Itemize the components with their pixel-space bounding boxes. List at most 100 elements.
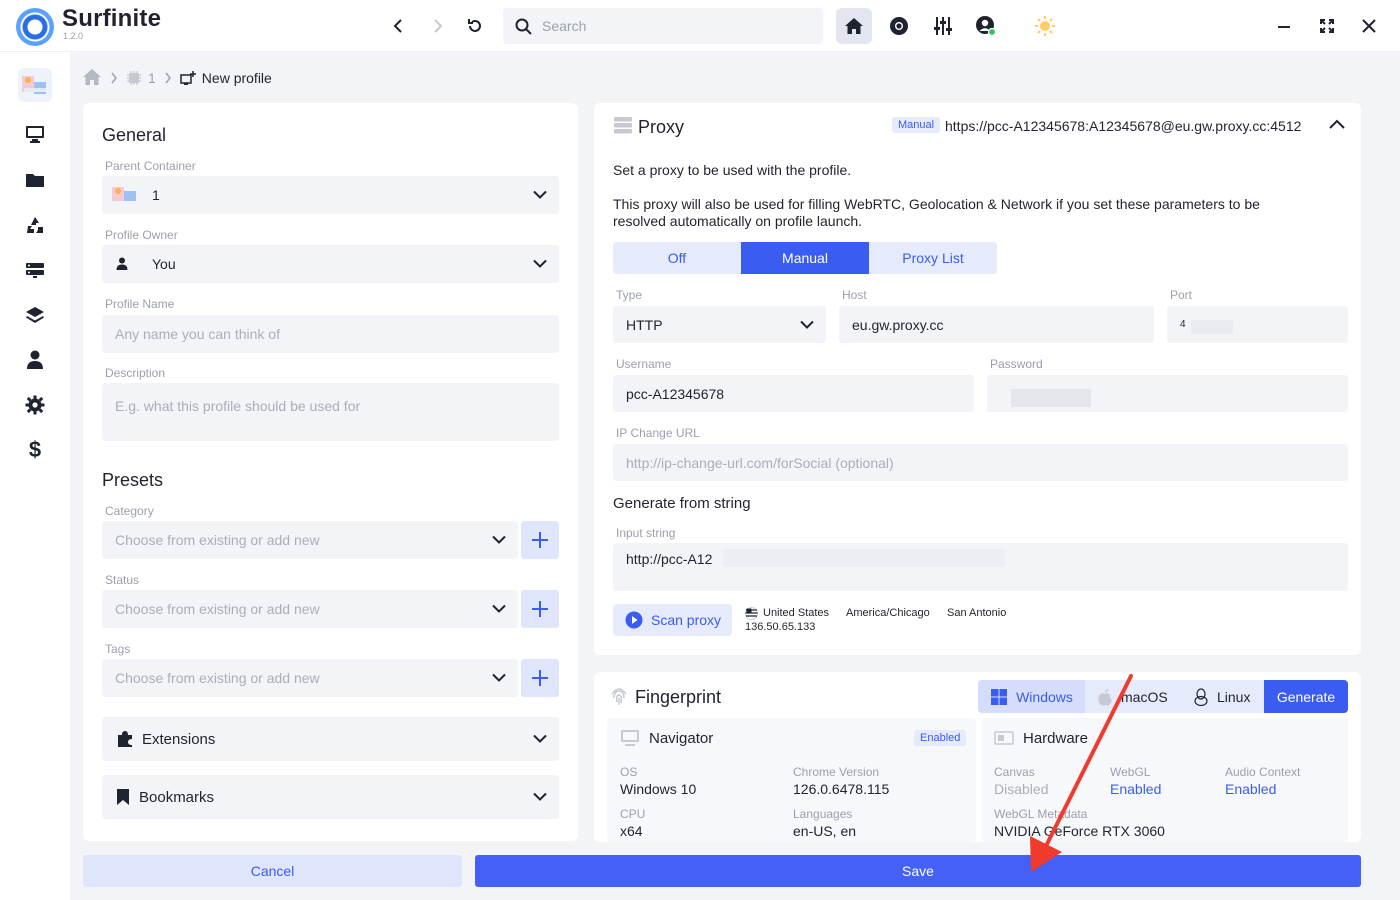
os-tab-linux[interactable]: Linux: [1193, 680, 1255, 713]
sidebar-item-billing[interactable]: $: [18, 433, 52, 467]
apple-icon: [1098, 688, 1112, 705]
bookmarks-accordion[interactable]: Bookmarks: [102, 775, 559, 819]
container-thumbnail-icon: [22, 76, 46, 94]
os-tab-macos[interactable]: macOS: [1097, 680, 1177, 713]
input-string-label: Input string: [616, 526, 676, 540]
proxy-mode-proxy-list[interactable]: Proxy List: [869, 242, 997, 274]
linux-icon: [1194, 687, 1208, 706]
generate-fingerprint-button[interactable]: Generate: [1264, 680, 1348, 713]
account-button[interactable]: [968, 8, 1004, 44]
proxy-type-select[interactable]: HTTP: [613, 306, 826, 343]
bookmarks-label: Bookmarks: [139, 788, 215, 806]
settings-sliders-button[interactable]: [925, 8, 961, 44]
proxy-password-input[interactable]: [987, 375, 1348, 412]
password-redacted: [1011, 389, 1091, 407]
sidebar-item-proxies[interactable]: [18, 253, 52, 287]
server-icon: [26, 263, 44, 278]
sidebar-item-folders[interactable]: [18, 163, 52, 197]
input-string-textarea[interactable]: http://pcc-A12: [613, 543, 1348, 591]
chevron-left-icon: [393, 19, 402, 33]
plus-icon: [532, 670, 548, 686]
parent-container-value: 1: [152, 187, 160, 203]
monitor-icon: [621, 730, 639, 746]
ip-change-url-label: IP Change URL: [616, 426, 700, 440]
user-circle-icon: [976, 16, 997, 37]
proxy-mode-off[interactable]: Off: [613, 242, 741, 274]
scan-proxy-button[interactable]: Scan proxy: [613, 604, 732, 636]
proxy-host-input[interactable]: eu.gw.proxy.cc: [839, 306, 1154, 343]
status-select[interactable]: Choose from existing or add new: [102, 590, 518, 628]
sidebar-item-layers[interactable]: [18, 298, 52, 332]
hw-canvas-value[interactable]: Disabled: [994, 781, 1048, 797]
gear-icon: [25, 395, 45, 415]
add-status-button[interactable]: [521, 590, 559, 628]
os-tab-linux-label: Linux: [1217, 688, 1251, 705]
breadcrumb: 1 New profile: [82, 66, 272, 90]
description-input[interactable]: E.g. what this profile should be used fo…: [102, 383, 559, 441]
save-button[interactable]: Save: [475, 855, 1361, 887]
proxy-mode-manual[interactable]: Manual: [741, 242, 869, 274]
hw-webgl-value[interactable]: Enabled: [1110, 781, 1161, 797]
general-title: General: [102, 125, 167, 145]
reload-button[interactable]: [457, 8, 493, 44]
theme-toggle[interactable]: [1027, 8, 1063, 44]
input-string-value: http://pcc-A12: [626, 551, 713, 567]
breadcrumb-home[interactable]: [82, 68, 102, 89]
sidebar-item-container-thumbnail[interactable]: [18, 68, 52, 102]
search-input[interactable]: [542, 18, 802, 34]
nav-os-label: OS: [620, 765, 638, 779]
add-category-button[interactable]: [521, 521, 559, 559]
proxy-collapse-button[interactable]: [1329, 116, 1345, 134]
sidebar-item-settings[interactable]: [18, 388, 52, 422]
home-button[interactable]: [836, 8, 872, 44]
close-button[interactable]: [1351, 8, 1387, 44]
browser-button[interactable]: [881, 8, 917, 44]
nav-languages-label: Languages: [793, 807, 853, 821]
category-select[interactable]: Choose from existing or add new: [102, 521, 518, 559]
os-tab-windows[interactable]: Windows: [978, 680, 1085, 713]
category-placeholder: Choose from existing or add new: [115, 532, 320, 548]
sidebar-item-users[interactable]: [18, 343, 52, 377]
minimize-button[interactable]: [1266, 8, 1302, 44]
chevron-up-icon: [1329, 119, 1345, 129]
scan-result-country: United States: [763, 607, 830, 619]
forward-button[interactable]: [419, 8, 455, 44]
monitor-icon: [26, 126, 44, 143]
search-bar[interactable]: [503, 8, 823, 44]
user-icon: [27, 350, 43, 369]
proxy-type-value: HTTP: [626, 316, 663, 333]
hw-audio-value[interactable]: Enabled: [1225, 781, 1276, 797]
profile-name-input[interactable]: Any name you can think of: [102, 315, 559, 353]
scan-proxy-label: Scan proxy: [651, 612, 722, 628]
maximize-icon: [1320, 19, 1334, 33]
ip-change-url-input[interactable]: http://ip-change-url.com/forSocial (opti…: [613, 444, 1348, 481]
breadcrumb-container[interactable]: 1: [126, 70, 156, 86]
profile-name-label: Profile Name: [105, 297, 175, 311]
status-label: Status: [105, 573, 140, 587]
proxy-host-value: eu.gw.proxy.cc: [852, 316, 944, 333]
extensions-label: Extensions: [142, 730, 216, 748]
generate-from-string-title: Generate from string: [613, 495, 751, 512]
sidebar-item-profiles[interactable]: [18, 117, 52, 151]
maximize-button[interactable]: [1309, 8, 1345, 44]
tags-label: Tags: [105, 642, 131, 656]
proxy-description-1: Set a proxy to be used with the profile.: [613, 162, 852, 178]
new-profile-icon: [180, 71, 196, 85]
layers-icon: [26, 307, 44, 323]
chevron-down-icon: [492, 604, 506, 613]
navigator-status-badge[interactable]: Enabled: [914, 730, 967, 746]
add-tag-button[interactable]: [521, 659, 559, 697]
proxy-port-input[interactable]: 4: [1167, 306, 1348, 343]
reload-icon: [468, 19, 481, 32]
extensions-accordion[interactable]: Extensions: [102, 717, 559, 761]
back-button[interactable]: [381, 8, 417, 44]
cancel-button[interactable]: Cancel: [83, 855, 462, 887]
tags-select[interactable]: Choose from existing or add new: [102, 659, 518, 697]
proxy-username-input[interactable]: pcc-A12345678: [613, 375, 974, 412]
sidebar-item-recycle[interactable]: [18, 208, 52, 242]
profile-owner-select[interactable]: You: [102, 245, 559, 283]
parent-container-select[interactable]: 1: [102, 176, 559, 214]
hw-webgl-meta-value: NVIDIA GeForce RTX 3060: [994, 823, 1165, 839]
parent-container-label: Parent Container: [105, 159, 196, 173]
proxy-title: Proxy: [638, 117, 685, 137]
